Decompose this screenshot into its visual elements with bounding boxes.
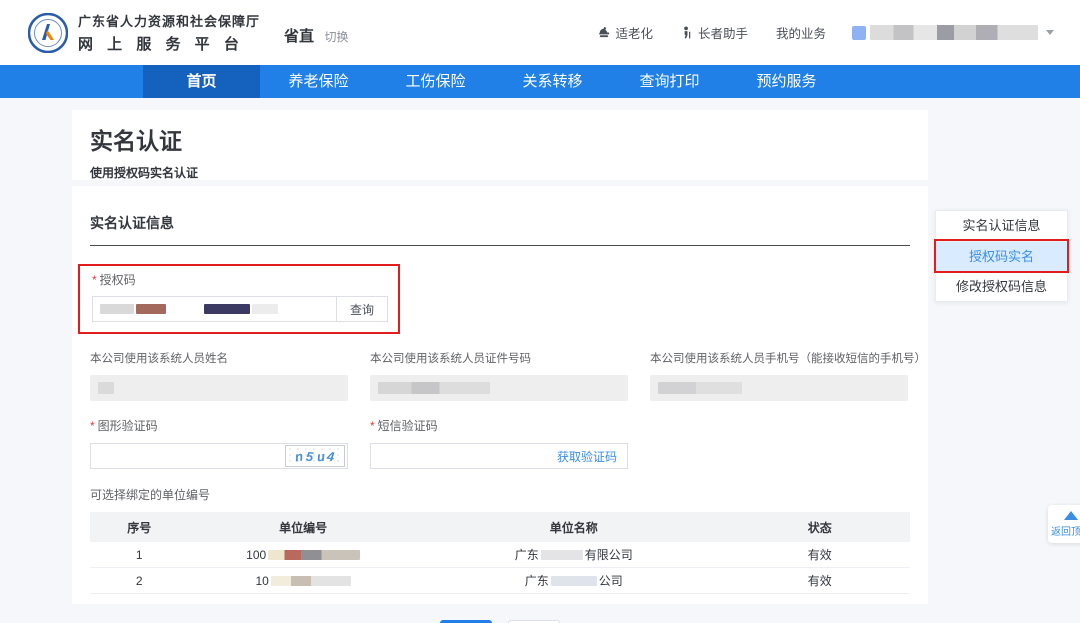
side-menu-item-realname-info[interactable]: 实名认证信息 xyxy=(936,211,1067,241)
verification-row: *图形验证码 n 5 u 4 *短信验证码 xyxy=(90,417,910,469)
side-menu-item-modify-auth-code[interactable]: 修改授权码信息 xyxy=(936,271,1067,301)
side-menu-item-auth-code-realname[interactable]: 授权码实名 xyxy=(936,241,1067,271)
screen: 广东省人力资源和社会保障厅 网 上 服 务 平 台 省直 切换 适老化 xyxy=(0,0,1080,623)
auth-form-card: 实名认证信息 *授权码 查询 xyxy=(72,186,928,604)
get-sms-code-button[interactable]: 获取验证码 xyxy=(549,448,625,465)
section-title: 实名认证信息 xyxy=(90,186,910,233)
unit-table-header: 序号 单位编号 单位名称 状态 xyxy=(90,512,910,542)
person-id-label: 本公司使用该系统人员证件号码 xyxy=(370,350,628,366)
auth-code-label: *授权码 xyxy=(92,271,388,288)
unit-table-caption: 可选择绑定的单位编号 xyxy=(90,486,910,503)
redacted-block xyxy=(271,576,351,586)
nav-tab-home[interactable]: 首页 xyxy=(143,65,260,98)
redacted-block xyxy=(204,304,250,314)
elder-assistant-link[interactable]: 长者助手 xyxy=(681,23,748,42)
section-divider xyxy=(90,245,910,246)
auth-code-highlight-box: *授权码 查询 xyxy=(78,264,400,334)
page-title-card: 实名认证 使用授权码实名认证 xyxy=(72,110,928,180)
redacted-block xyxy=(378,382,490,394)
captcha-image[interactable]: n 5 u 4 xyxy=(285,445,345,467)
row-unit-name: 广东 公司 xyxy=(418,572,730,589)
my-business-link[interactable]: 我的业务 xyxy=(776,23,826,42)
row-status: 有效 xyxy=(730,572,910,589)
elder-assistant-icon xyxy=(681,26,693,39)
person-phone-label: 本公司使用该系统人员手机号（能接收短信的手机号） xyxy=(650,350,908,366)
sms-code-field: *短信验证码 获取验证码 xyxy=(370,417,628,469)
redacted-block xyxy=(551,576,597,586)
brand-text: 广东省人力资源和社会保障厅 网 上 服 务 平 台 xyxy=(78,11,260,54)
nav-tab-work-injury[interactable]: 工伤保险 xyxy=(377,65,494,98)
avatar xyxy=(852,26,866,40)
page-title: 实名认证 xyxy=(90,122,910,156)
sms-code-input[interactable] xyxy=(371,445,549,467)
person-name-field: 本公司使用该系统人员姓名 xyxy=(90,350,348,401)
required-mark: * xyxy=(92,273,97,287)
col-header-unit-no: 单位编号 xyxy=(188,519,418,536)
user-name-redacted xyxy=(870,25,1038,40)
person-phone-input xyxy=(650,375,908,401)
captcha-label: *图形验证码 xyxy=(90,417,348,434)
table-row[interactable]: 1 100 广东 有限公司 有效 xyxy=(90,542,910,568)
row-unit-no: 100 xyxy=(188,548,418,562)
captcha-field: *图形验证码 n 5 u 4 xyxy=(90,417,348,469)
col-header-unit-name: 单位名称 xyxy=(418,519,730,536)
region-switch-link[interactable]: 切换 xyxy=(324,30,348,44)
nav-tab-relation-transfer[interactable]: 关系转移 xyxy=(494,65,611,98)
row-status: 有效 xyxy=(730,546,910,563)
back-to-top-button[interactable]: 返回顶部 xyxy=(1048,505,1080,543)
captcha-char: n xyxy=(294,448,304,464)
unit-table: 序号 单位编号 单位名称 状态 1 100 广东 有限公司 xyxy=(90,512,910,594)
brand: 广东省人力资源和社会保障厅 网 上 服 务 平 台 省直 切换 xyxy=(28,11,349,54)
person-name-input xyxy=(90,375,348,401)
col-header-no: 序号 xyxy=(90,519,188,536)
redacted-block xyxy=(136,304,166,314)
person-info-row: 本公司使用该系统人员姓名 本公司使用该系统人员证件号码 本公司使用该系统人员手机… xyxy=(90,350,910,401)
redacted-block xyxy=(268,550,360,560)
col-header-status: 状态 xyxy=(730,519,910,536)
row-no: 1 xyxy=(90,548,188,562)
accessibility-icon xyxy=(597,26,610,39)
captcha-input[interactable] xyxy=(91,445,285,467)
top-header: 广东省人力资源和社会保障厅 网 上 服 务 平 台 省直 切换 适老化 xyxy=(0,0,1080,65)
redacted-block xyxy=(100,304,134,314)
page-subtitle: 使用授权码实名认证 xyxy=(90,164,910,181)
required-mark: * xyxy=(370,419,375,433)
nav-tab-pension[interactable]: 养老保险 xyxy=(260,65,377,98)
redacted-block xyxy=(252,304,278,314)
region-name: 省直 xyxy=(284,28,314,45)
person-id-field: 本公司使用该系统人员证件号码 xyxy=(370,350,628,401)
platform-name: 网 上 服 务 平 台 xyxy=(78,33,260,54)
person-phone-field: 本公司使用该系统人员手机号（能接收短信的手机号） xyxy=(650,350,908,401)
accessibility-mode-link[interactable]: 适老化 xyxy=(597,23,653,42)
sms-code-label: *短信验证码 xyxy=(370,417,628,434)
row-unit-no: 10 xyxy=(188,574,418,588)
main-content: 实名认证 使用授权码实名认证 实名认证信息 *授权码 查询 xyxy=(0,98,1080,623)
person-name-label: 本公司使用该系统人员姓名 xyxy=(90,350,348,366)
auth-code-input[interactable] xyxy=(92,296,336,322)
gov-logo-icon xyxy=(28,13,68,53)
back-to-top-label: 返回顶部 xyxy=(1051,523,1080,538)
row-unit-name: 广东 有限公司 xyxy=(418,546,730,563)
main-nav: 首页 养老保险 工伤保险 关系转移 查询打印 预约服务 xyxy=(0,65,1080,98)
nav-tab-appointment[interactable]: 预约服务 xyxy=(728,65,845,98)
table-row[interactable]: 2 10 广东 公司 有效 xyxy=(90,568,910,594)
user-account-menu[interactable] xyxy=(852,25,1054,40)
side-menu: 实名认证信息 授权码实名 修改授权码信息 xyxy=(935,210,1068,302)
redacted-block xyxy=(658,382,742,394)
redacted-block xyxy=(98,382,114,394)
nav-tab-query-print[interactable]: 查询打印 xyxy=(611,65,728,98)
arrow-up-icon xyxy=(1064,511,1078,520)
required-mark: * xyxy=(90,419,95,433)
org-name: 广东省人力资源和社会保障厅 xyxy=(78,11,260,30)
captcha-char: u xyxy=(316,448,325,464)
top-links: 适老化 长者助手 我的业务 xyxy=(597,23,826,42)
captcha-char: 4 xyxy=(327,448,336,464)
row-no: 2 xyxy=(90,574,188,588)
redacted-block xyxy=(541,550,583,560)
query-button[interactable]: 查询 xyxy=(336,296,388,322)
chevron-down-icon xyxy=(1046,30,1054,35)
person-id-input xyxy=(370,375,628,401)
captcha-char: 5 xyxy=(306,448,315,464)
region-selector: 省直 切换 xyxy=(284,25,348,46)
